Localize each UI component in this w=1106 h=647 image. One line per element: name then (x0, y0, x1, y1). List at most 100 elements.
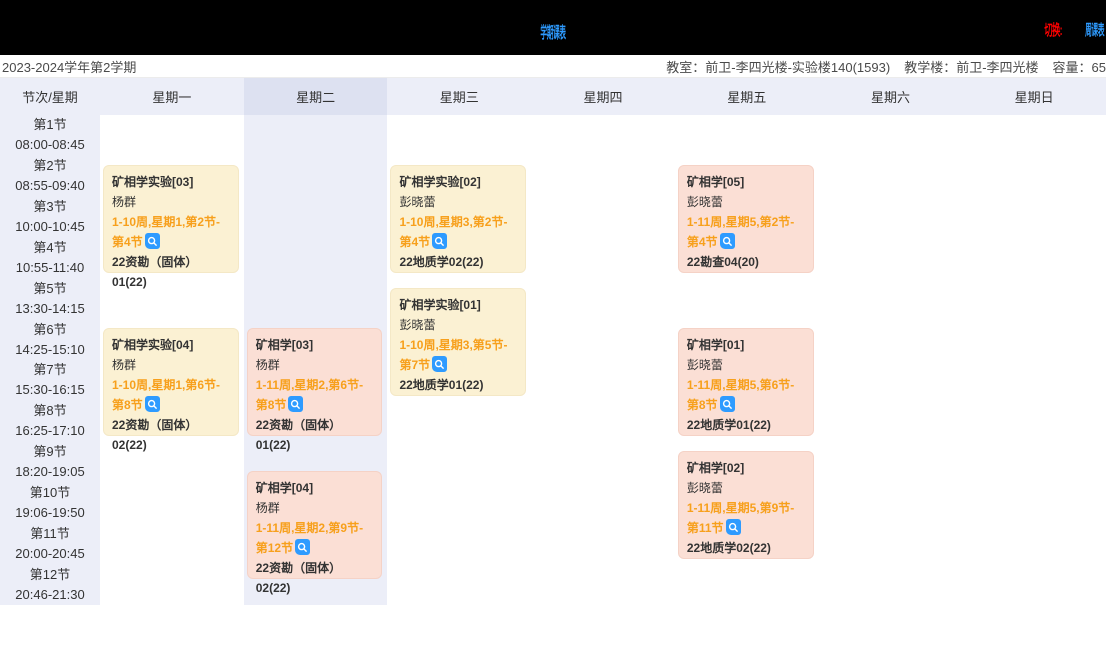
magnifier-icon[interactable] (720, 396, 735, 412)
magnifier-icon[interactable] (726, 519, 741, 535)
course-teacher: 杨群 (112, 192, 230, 212)
course-name: 矿相学实验[01] (399, 295, 517, 315)
period-time: 19:06-19:50 (15, 503, 84, 523)
info-bar: 2023-2024学年第2学期 教室：前卫-李四光楼-实验楼140(1593)教… (0, 55, 1106, 78)
course-class: 22地质学02(22) (399, 252, 517, 272)
course-teacher: 彭晓蕾 (687, 192, 805, 212)
switch-label: 切换: (1044, 19, 1062, 40)
period-row: 第9节18:20-19:05 (0, 442, 100, 483)
course-name: 矿相学实验[04] (112, 335, 230, 355)
day-header-monday[interactable]: 星期一 (100, 78, 244, 115)
period-time: 08:55-09:40 (15, 176, 84, 196)
day-column-sunday (962, 115, 1106, 605)
course-name: 矿相学[02] (687, 458, 805, 478)
room-info: 教室：前卫-李四光楼-实验楼140(1593) 教学楼：前卫-李四光楼容量：65 (652, 57, 1106, 76)
course-teacher: 彭晓蕾 (687, 478, 805, 498)
course-schedule: 1-10周,星期3,第2节-第4节 (399, 215, 507, 249)
switch-to-week-view-link[interactable]: 周课表 (1085, 19, 1104, 40)
timetable-body: 第1节08:00-08:45 第2节08:55-09:40 第3节10:00-1… (0, 115, 1106, 605)
course-name: 矿相学[05] (687, 172, 805, 192)
period-label: 第6节 (33, 320, 66, 340)
day-header-thursday[interactable]: 星期四 (531, 78, 675, 115)
course-name: 矿相学[01] (687, 335, 805, 355)
day-header-sunday[interactable]: 星期日 (962, 78, 1106, 115)
course-card[interactable]: 矿相学[01] 彭晓蕾 1-11周,星期5,第6节-第8节 22地质学01(22… (678, 328, 814, 436)
period-time: 14:25-15:10 (15, 340, 84, 360)
period-label: 第5节 (33, 279, 66, 299)
day-column-saturday (819, 115, 963, 605)
course-schedule: 1-11周,星期5,第6节-第8节 (687, 378, 794, 412)
course-card[interactable]: 矿相学实验[01] 彭晓蕾 1-10周,星期3,第5节-第7节 22地质学01(… (390, 288, 526, 396)
period-row: 第7节15:30-16:15 (0, 360, 100, 401)
magnifier-icon[interactable] (432, 233, 447, 249)
course-card[interactable]: 矿相学实验[03] 杨群 1-10周,星期1,第2节-第4节 22资勘（固体）0… (103, 165, 239, 273)
course-card[interactable]: 矿相学[02] 彭晓蕾 1-11周,星期5,第9节-第11节 22地质学02(2… (678, 451, 814, 559)
period-time: 20:46-21:30 (15, 585, 84, 605)
period-label: 第4节 (33, 238, 66, 258)
course-card[interactable]: 矿相学实验[02] 彭晓蕾 1-10周,星期3,第2节-第4节 22地质学02(… (390, 165, 526, 273)
semester-label: 2023-2024学年第2学期 (0, 57, 136, 76)
period-label: 第9节 (33, 442, 66, 462)
course-card[interactable]: 矿相学[03] 杨群 1-11周,星期2,第6节-第8节 22资勘（固体）01(… (247, 328, 383, 436)
period-column: 第1节08:00-08:45 第2节08:55-09:40 第3节10:00-1… (0, 115, 100, 605)
course-teacher: 杨群 (112, 355, 230, 375)
timetable-header-row: 节次/星期 星期一 星期二 星期三 星期四 星期五 星期六 星期日 (0, 78, 1106, 115)
magnifier-icon[interactable] (295, 539, 310, 555)
magnifier-icon[interactable] (432, 356, 447, 372)
period-row: 第2节08:55-09:40 (0, 156, 100, 197)
classroom-label: 教室：前卫-李四光楼-实验楼140(1593) (666, 60, 890, 75)
course-class: 22地质学01(22) (687, 415, 805, 435)
magnifier-icon[interactable] (720, 233, 735, 249)
period-row: 第5节13:30-14:15 (0, 278, 100, 319)
course-class: 22勘查04(20) (687, 252, 805, 272)
day-column-friday: 矿相学[05] 彭晓蕾 1-11周,星期5,第2节-第4节 22勘查04(20)… (675, 115, 819, 605)
period-row: 第12节20:46-21:30 (0, 564, 100, 605)
period-time: 18:20-19:05 (15, 462, 84, 482)
course-class: 22地质学02(22) (687, 538, 805, 558)
period-label: 第10节 (30, 483, 70, 503)
course-schedule: 1-10周,星期1,第6节-第8节 (112, 378, 220, 412)
period-label: 第8节 (33, 401, 66, 421)
timetable-page: 学期课表 切换: 周课表 2023-2024学年第2学期 教室：前卫-李四光楼-实… (0, 0, 1106, 647)
course-card[interactable]: 矿相学实验[04] 杨群 1-10周,星期1,第6节-第8节 22资勘（固体）0… (103, 328, 239, 436)
day-header-tuesday[interactable]: 星期二 (244, 78, 388, 115)
period-row: 第4节10:55-11:40 (0, 237, 100, 278)
magnifier-icon[interactable] (288, 396, 303, 412)
course-class: 22资勘（固体）02(22) (256, 558, 374, 598)
period-time: 16:25-17:10 (15, 421, 84, 441)
course-card[interactable]: 矿相学[04] 杨群 1-11周,星期2,第9节-第12节 22资勘（固体）02… (247, 471, 383, 579)
period-label: 第3节 (33, 197, 66, 217)
course-card[interactable]: 矿相学[05] 彭晓蕾 1-11周,星期5,第2节-第4节 22勘查04(20) (678, 165, 814, 273)
period-time: 08:00-08:45 (15, 135, 84, 155)
course-name: 矿相学[04] (256, 478, 374, 498)
period-label: 第7节 (33, 360, 66, 380)
period-row: 第8节16:25-17:10 (0, 401, 100, 442)
period-time: 15:30-16:15 (15, 380, 84, 400)
capacity-label: 容量：65 (1053, 60, 1106, 75)
course-class: 22资勘（固体）01(22) (112, 252, 230, 292)
course-class: 22资勘（固体）01(22) (256, 415, 374, 455)
day-column-thursday (531, 115, 675, 605)
period-row: 第3节10:00-10:45 (0, 197, 100, 238)
building-label: 教学楼：前卫-李四光楼 (904, 60, 1038, 75)
page-title: 学期课表 (0, 19, 1106, 43)
course-teacher: 杨群 (256, 498, 374, 518)
period-label: 第1节 (33, 115, 66, 135)
corner-header: 节次/星期 (0, 78, 100, 115)
period-label: 第2节 (33, 156, 66, 176)
period-time: 10:55-11:40 (16, 258, 84, 278)
period-time: 20:00-20:45 (15, 544, 84, 564)
course-class: 22资勘（固体）02(22) (112, 415, 230, 455)
course-class: 22地质学01(22) (399, 375, 517, 395)
day-column-wednesday: 矿相学实验[02] 彭晓蕾 1-10周,星期3,第2节-第4节 22地质学02(… (387, 115, 531, 605)
magnifier-icon[interactable] (145, 233, 160, 249)
day-header-wednesday[interactable]: 星期三 (387, 78, 531, 115)
course-name: 矿相学[03] (256, 335, 374, 355)
day-header-friday[interactable]: 星期五 (675, 78, 819, 115)
period-row: 第1节08:00-08:45 (0, 115, 100, 156)
magnifier-icon[interactable] (145, 396, 160, 412)
course-schedule: 1-10周,星期3,第5节-第7节 (399, 338, 507, 372)
day-header-saturday[interactable]: 星期六 (819, 78, 963, 115)
period-row: 第10节19:06-19:50 (0, 482, 100, 523)
course-schedule: 1-11周,星期5,第9节-第11节 (687, 501, 794, 535)
